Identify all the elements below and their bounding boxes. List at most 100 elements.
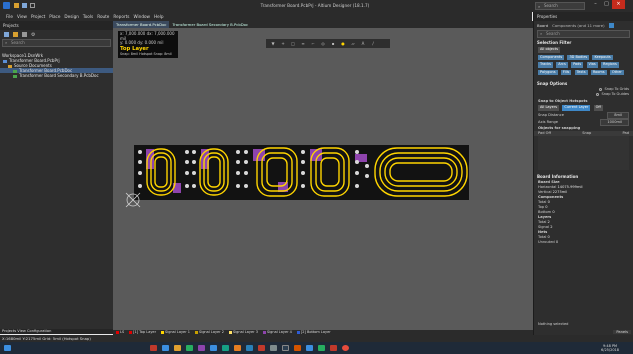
vertical-label: Vertical [538,189,552,194]
panel-footer[interactable]: Projects View Configuration [0,329,113,334]
taskbar-clock[interactable]: 9:48 PM 6/25/2018 [601,344,619,352]
close-button[interactable]: × [612,0,625,9]
document-icon[interactable] [22,32,27,37]
taskbar-app-icon[interactable] [234,345,241,351]
fill-icon[interactable]: ▪ [329,41,337,47]
filter-icon[interactable]: ▼ [269,41,277,47]
menu-route[interactable]: Route [97,14,109,19]
taskbar-app-icon[interactable] [318,345,325,351]
start-icon[interactable] [4,345,11,351]
components-dropdown[interactable]: Components (and 11 more) [552,23,604,28]
layer-tab-label: Signal Layer 4 [266,330,292,334]
taskbar-app-icon[interactable] [306,345,313,351]
filter-3d-bodies[interactable]: 3D Bodies [567,54,590,60]
tab-transformer-board-secondary[interactable]: Transformer Board Secondary B.PcbDoc [169,21,251,28]
off-button[interactable]: Off [593,105,603,111]
filter-texts[interactable]: Texts [574,69,588,75]
objects-table-body[interactable] [538,135,629,170]
filter-rooms[interactable]: Rooms [590,69,607,75]
undo-icon[interactable] [30,3,35,8]
properties-search-input[interactable]: ⌕ Search [537,30,630,38]
panels-button[interactable]: Panels [613,330,631,334]
clock-date: 6/25/2018 [601,348,619,352]
taskbar-app-icon[interactable] [186,345,193,351]
all-objects-button[interactable]: All objects [538,47,561,53]
menu-tools[interactable]: Tools [83,14,93,19]
filter-fills[interactable]: Fills [560,69,572,75]
layer-color-swatch [296,330,300,334]
align-icon[interactable]: ≡ [299,41,307,47]
filter-regions[interactable]: Regions [601,62,619,68]
save-icon[interactable] [22,3,27,8]
current-layer-button[interactable]: Current Layer [562,105,591,111]
menu-window[interactable]: Window [133,14,150,19]
taskbar-app-icon[interactable] [162,345,169,351]
snap-distance-field[interactable]: 8mil [607,111,629,119]
filter-vias[interactable]: Vias [586,62,598,68]
pad-icon[interactable]: ● [339,41,347,47]
filter-polygons[interactable]: Polygons [538,69,558,75]
tab-transformer-board[interactable]: Transformer Board.PcbDoc [113,21,170,28]
filter-icon[interactable] [608,22,614,28]
search-placeholder: Search [546,31,560,36]
line-icon[interactable]: / [369,41,377,47]
taskbar-app-icon[interactable] [258,345,265,351]
layer-tab-label: Signal Layer 2 [199,330,224,334]
maximize-button[interactable]: □ [601,0,612,9]
menu-reports[interactable]: Reports [113,14,129,19]
nets-unrouted-row: Unrouted 0 [538,239,559,244]
properties-scope: Board Components (and 11 more) [534,21,633,29]
folder-icon[interactable] [13,32,18,37]
column-header: Pad [622,130,629,135]
taskbar-app-icon[interactable] [342,345,349,351]
taskbar-app-icon[interactable] [270,345,277,351]
taskbar-app-icon[interactable] [222,345,229,351]
filter-components[interactable]: Components [538,54,565,60]
polygon-icon[interactable]: ▱ [349,41,357,47]
layers-total-value: 2 [547,219,550,224]
board-information-title: Board Information [537,173,579,179]
filter-tracks[interactable]: Tracks [538,62,553,68]
option-label: Snap To Guides [601,92,629,96]
menu-place[interactable]: Place [49,14,60,19]
taskbar-app-icon[interactable] [282,345,289,351]
layer-tab-label: [2] Bottom Layer [300,330,331,334]
route-icon[interactable]: ⌐ [309,41,317,47]
global-search-input[interactable]: ⌕ Search [535,2,585,10]
plus-icon[interactable]: + [279,41,287,47]
axis-range-field[interactable]: 1000mil [600,118,629,126]
text-icon[interactable]: A [359,41,367,47]
via-icon[interactable]: ◎ [319,41,327,47]
select-rect-icon[interactable]: □ [289,41,297,47]
minimize-button[interactable]: – [590,0,601,9]
window-title: Transformer Board.PcbPrj - Altium Design… [260,3,370,8]
search-icon: ⌕ [540,31,543,36]
menu-project[interactable]: Project [31,14,45,19]
all-layers-button[interactable]: All Layers [538,105,560,111]
projects-search-input[interactable]: ⌕ Search [2,39,111,47]
gear-icon[interactable]: ⚙ [31,32,35,38]
folder-icon [8,64,12,68]
taskbar-app-icon[interactable] [330,345,337,351]
menu-file[interactable]: File [6,14,13,19]
save-icon[interactable] [4,32,9,37]
snap-to-guides-option[interactable]: Snap To Guides [534,92,633,97]
menu-design[interactable]: Design [64,14,78,19]
menu-help[interactable]: Help [154,14,164,19]
taskbar-app-icon[interactable] [174,345,181,351]
taskbar-app-icon[interactable] [150,345,157,351]
layer-color-swatch [116,330,119,334]
menu-view[interactable]: View [17,14,27,19]
taskbar-app-icon[interactable] [294,345,301,351]
tree-item-pcbdoc-secondary[interactable]: Transformer Board Secondary B.PcbDoc [0,73,113,78]
pcb-canvas[interactable] [113,28,533,330]
filter-other[interactable]: Other [609,69,624,75]
open-folder-icon[interactable] [14,3,19,8]
selection-filter: All objects Components 3D Bodies Keepout… [534,46,633,76]
taskbar-app-icon[interactable] [198,345,205,351]
taskbar-app-icon[interactable] [210,345,217,351]
filter-pads[interactable]: Pads [571,62,584,68]
filter-keepouts[interactable]: Keepouts [592,54,613,60]
filter-arcs[interactable]: Arcs [556,62,568,68]
taskbar-app-icon[interactable] [246,345,253,351]
